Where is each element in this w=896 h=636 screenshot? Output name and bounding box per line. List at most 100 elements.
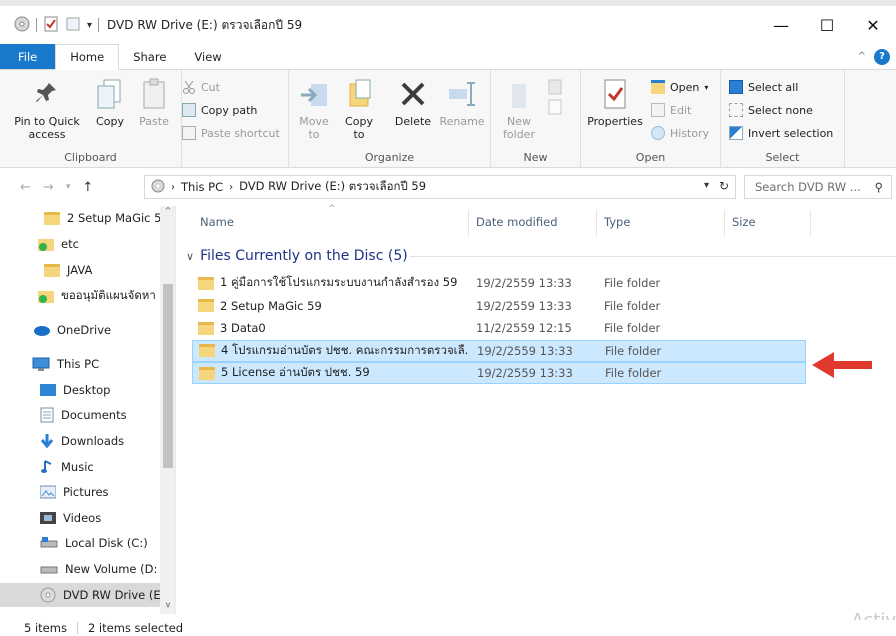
paste-button[interactable]: Paste xyxy=(134,76,174,128)
tab-view[interactable]: View xyxy=(180,44,235,69)
select-all-label: Select all xyxy=(748,80,799,94)
file-row[interactable]: 5 License อ่านบัตร ปชช. 59 19/2/2559 13:3… xyxy=(192,362,806,384)
breadcrumb-current[interactable]: DVD RW Drive (E:) ตรวจเลือกปี 59 xyxy=(239,178,426,196)
up-arrow-icon[interactable]: ↑ xyxy=(82,180,93,195)
scroll-down-icon[interactable]: v xyxy=(160,600,175,614)
open-button[interactable]: Open ▾ xyxy=(651,80,708,94)
address-dropdown-icon[interactable]: ▾ xyxy=(704,180,709,191)
group-header[interactable]: ∨ Files Currently on the Disc (5) xyxy=(186,246,896,266)
collapse-ribbon-icon[interactable]: ^ xyxy=(858,51,866,62)
maximize-button[interactable]: ☐ xyxy=(804,6,850,44)
scroll-thumb[interactable] xyxy=(163,284,173,468)
column-type[interactable]: Type xyxy=(604,206,630,238)
nav-item[interactable]: etc xyxy=(0,232,160,256)
history-icon xyxy=(651,126,665,140)
search-box[interactable]: Search DVD RW ... ⚲ xyxy=(744,175,892,199)
collapse-chevron-icon[interactable]: ∨ xyxy=(186,250,194,263)
tab-share[interactable]: Share xyxy=(119,44,180,69)
column-divider[interactable] xyxy=(810,210,811,236)
cut-button-row[interactable]: Cut xyxy=(182,80,220,94)
forward-arrow-icon[interactable]: → xyxy=(43,180,54,195)
properties-button[interactable]: Properties xyxy=(585,76,645,128)
breadcrumb-this-pc[interactable]: This PC xyxy=(181,180,223,194)
copy-button[interactable]: Copy xyxy=(92,76,128,128)
delete-button[interactable]: Delete xyxy=(393,76,433,128)
clipboard-group-label: Clipboard xyxy=(64,151,117,164)
file-name-cell: 3 Data0 xyxy=(198,321,468,335)
nav-item[interactable]: Videos xyxy=(0,506,160,530)
ribbon-tabs: File Home Share View ^ ? xyxy=(0,44,896,70)
column-size[interactable]: Size xyxy=(732,206,756,238)
nav-item[interactable]: Documents xyxy=(0,403,160,427)
nav-item[interactable]: New Volume (D: xyxy=(0,557,160,581)
copy-path-button[interactable]: Copy path xyxy=(182,103,257,117)
nav-item[interactable]: Desktop xyxy=(0,378,160,402)
column-date-modified[interactable]: Date modified xyxy=(476,206,558,238)
nav-item-label: JAVA xyxy=(67,263,93,277)
recent-locations-icon[interactable]: ▾ xyxy=(66,182,71,192)
select-none-button[interactable]: Select none xyxy=(729,103,813,117)
properties-quick-icon[interactable] xyxy=(43,16,59,35)
file-date: 19/2/2559 13:33 xyxy=(476,298,572,313)
qat-dropdown-icon[interactable]: ▾ xyxy=(87,20,92,31)
invert-selection-icon xyxy=(729,126,743,140)
pc-icon xyxy=(32,357,50,371)
status-divider xyxy=(76,622,78,634)
history-button[interactable]: History xyxy=(651,126,709,140)
refresh-icon[interactable]: ↻ xyxy=(719,179,729,193)
file-type: File folder xyxy=(604,276,661,290)
back-arrow-icon[interactable]: ← xyxy=(20,180,31,195)
nav-item[interactable]: 2 Setup MaGic 5 xyxy=(0,206,160,230)
file-name-cell: 1 คู่มือการใช้โปรแกรมระบบงานกำลังสำรอง 5… xyxy=(198,274,468,292)
column-divider[interactable] xyxy=(468,210,469,236)
nav-item[interactable]: ขออนุมัติแผนจัดหา xyxy=(0,284,160,308)
copy-to-button[interactable]: Copy to xyxy=(339,76,379,141)
paste-shortcut-label: Paste shortcut xyxy=(201,126,280,140)
nav-item[interactable]: Music xyxy=(0,455,160,479)
nav-item[interactable]: Downloads xyxy=(0,429,160,453)
address-bar[interactable]: › This PC › DVD RW Drive (E:) ตรวจเลือกป… xyxy=(144,175,736,199)
tab-file[interactable]: File xyxy=(0,44,56,69)
copy-icon xyxy=(94,76,126,112)
file-row[interactable]: 2 Setup MaGic 59 19/2/2559 13:33 File fold… xyxy=(192,295,806,317)
nav-scrollbar[interactable]: ^ v xyxy=(160,206,175,614)
file-row[interactable]: 4 โปรแกรมอ่านบัตร ปชช. คณะกรรมการตรวจเลื… xyxy=(192,339,806,362)
nav-item[interactable]: Local Disk (C:) xyxy=(0,531,160,555)
new-item-icon[interactable] xyxy=(545,78,567,121)
properties-icon xyxy=(599,76,631,112)
select-none-label: Select none xyxy=(748,103,813,117)
nav-item[interactable]: This PC xyxy=(0,352,160,376)
tab-home[interactable]: Home xyxy=(55,44,120,70)
column-name[interactable]: Name xyxy=(200,206,234,238)
close-button[interactable]: ✕ xyxy=(850,6,896,44)
nav-item[interactable]: Pictures xyxy=(0,480,160,504)
invert-selection-button[interactable]: Invert selection xyxy=(729,126,833,140)
column-divider[interactable] xyxy=(724,210,725,236)
pictures-icon xyxy=(40,485,56,499)
nav-item[interactable]: DVD RW Drive (E xyxy=(0,583,160,607)
edit-button[interactable]: Edit xyxy=(651,103,691,117)
nav-item-label: ขออนุมัติแผนจัดหา xyxy=(61,288,156,302)
scroll-up-icon[interactable]: ^ xyxy=(160,206,175,220)
annotation-arrow xyxy=(810,350,874,383)
file-name-cell: 5 License อ่านบัตร ปชช. 59 xyxy=(199,364,469,382)
onedrive-icon xyxy=(32,324,50,336)
select-all-button[interactable]: Select all xyxy=(729,80,798,94)
minimize-button[interactable]: — xyxy=(758,6,804,44)
file-row[interactable]: 3 Data0 11/2/2559 12:15 File folder xyxy=(192,317,806,339)
nav-item[interactable]: JAVA xyxy=(0,258,160,282)
nav-item-label: 2 Setup MaGic 5 xyxy=(67,211,160,225)
help-icon[interactable]: ? xyxy=(874,48,890,65)
open-dropdown-icon: ▾ xyxy=(704,82,709,92)
new-folder-button[interactable]: New folder xyxy=(499,76,539,141)
file-row[interactable]: 1 คู่มือการใช้โปรแกรมระบบงานกำลังสำรอง 5… xyxy=(192,272,806,294)
paste-shortcut-button[interactable]: Paste shortcut xyxy=(182,126,280,140)
breadcrumb-chevron-icon: › xyxy=(171,181,175,193)
nav-item[interactable]: OneDrive xyxy=(0,318,160,342)
column-divider[interactable] xyxy=(596,210,597,236)
new-folder-quick-icon[interactable] xyxy=(65,16,81,35)
move-to-button[interactable]: Move to xyxy=(295,76,333,141)
nav-item-label: This PC xyxy=(57,357,100,371)
rename-button[interactable]: Rename xyxy=(439,76,485,128)
pin-quick-access-button[interactable]: Pin to Quick access xyxy=(14,76,80,141)
